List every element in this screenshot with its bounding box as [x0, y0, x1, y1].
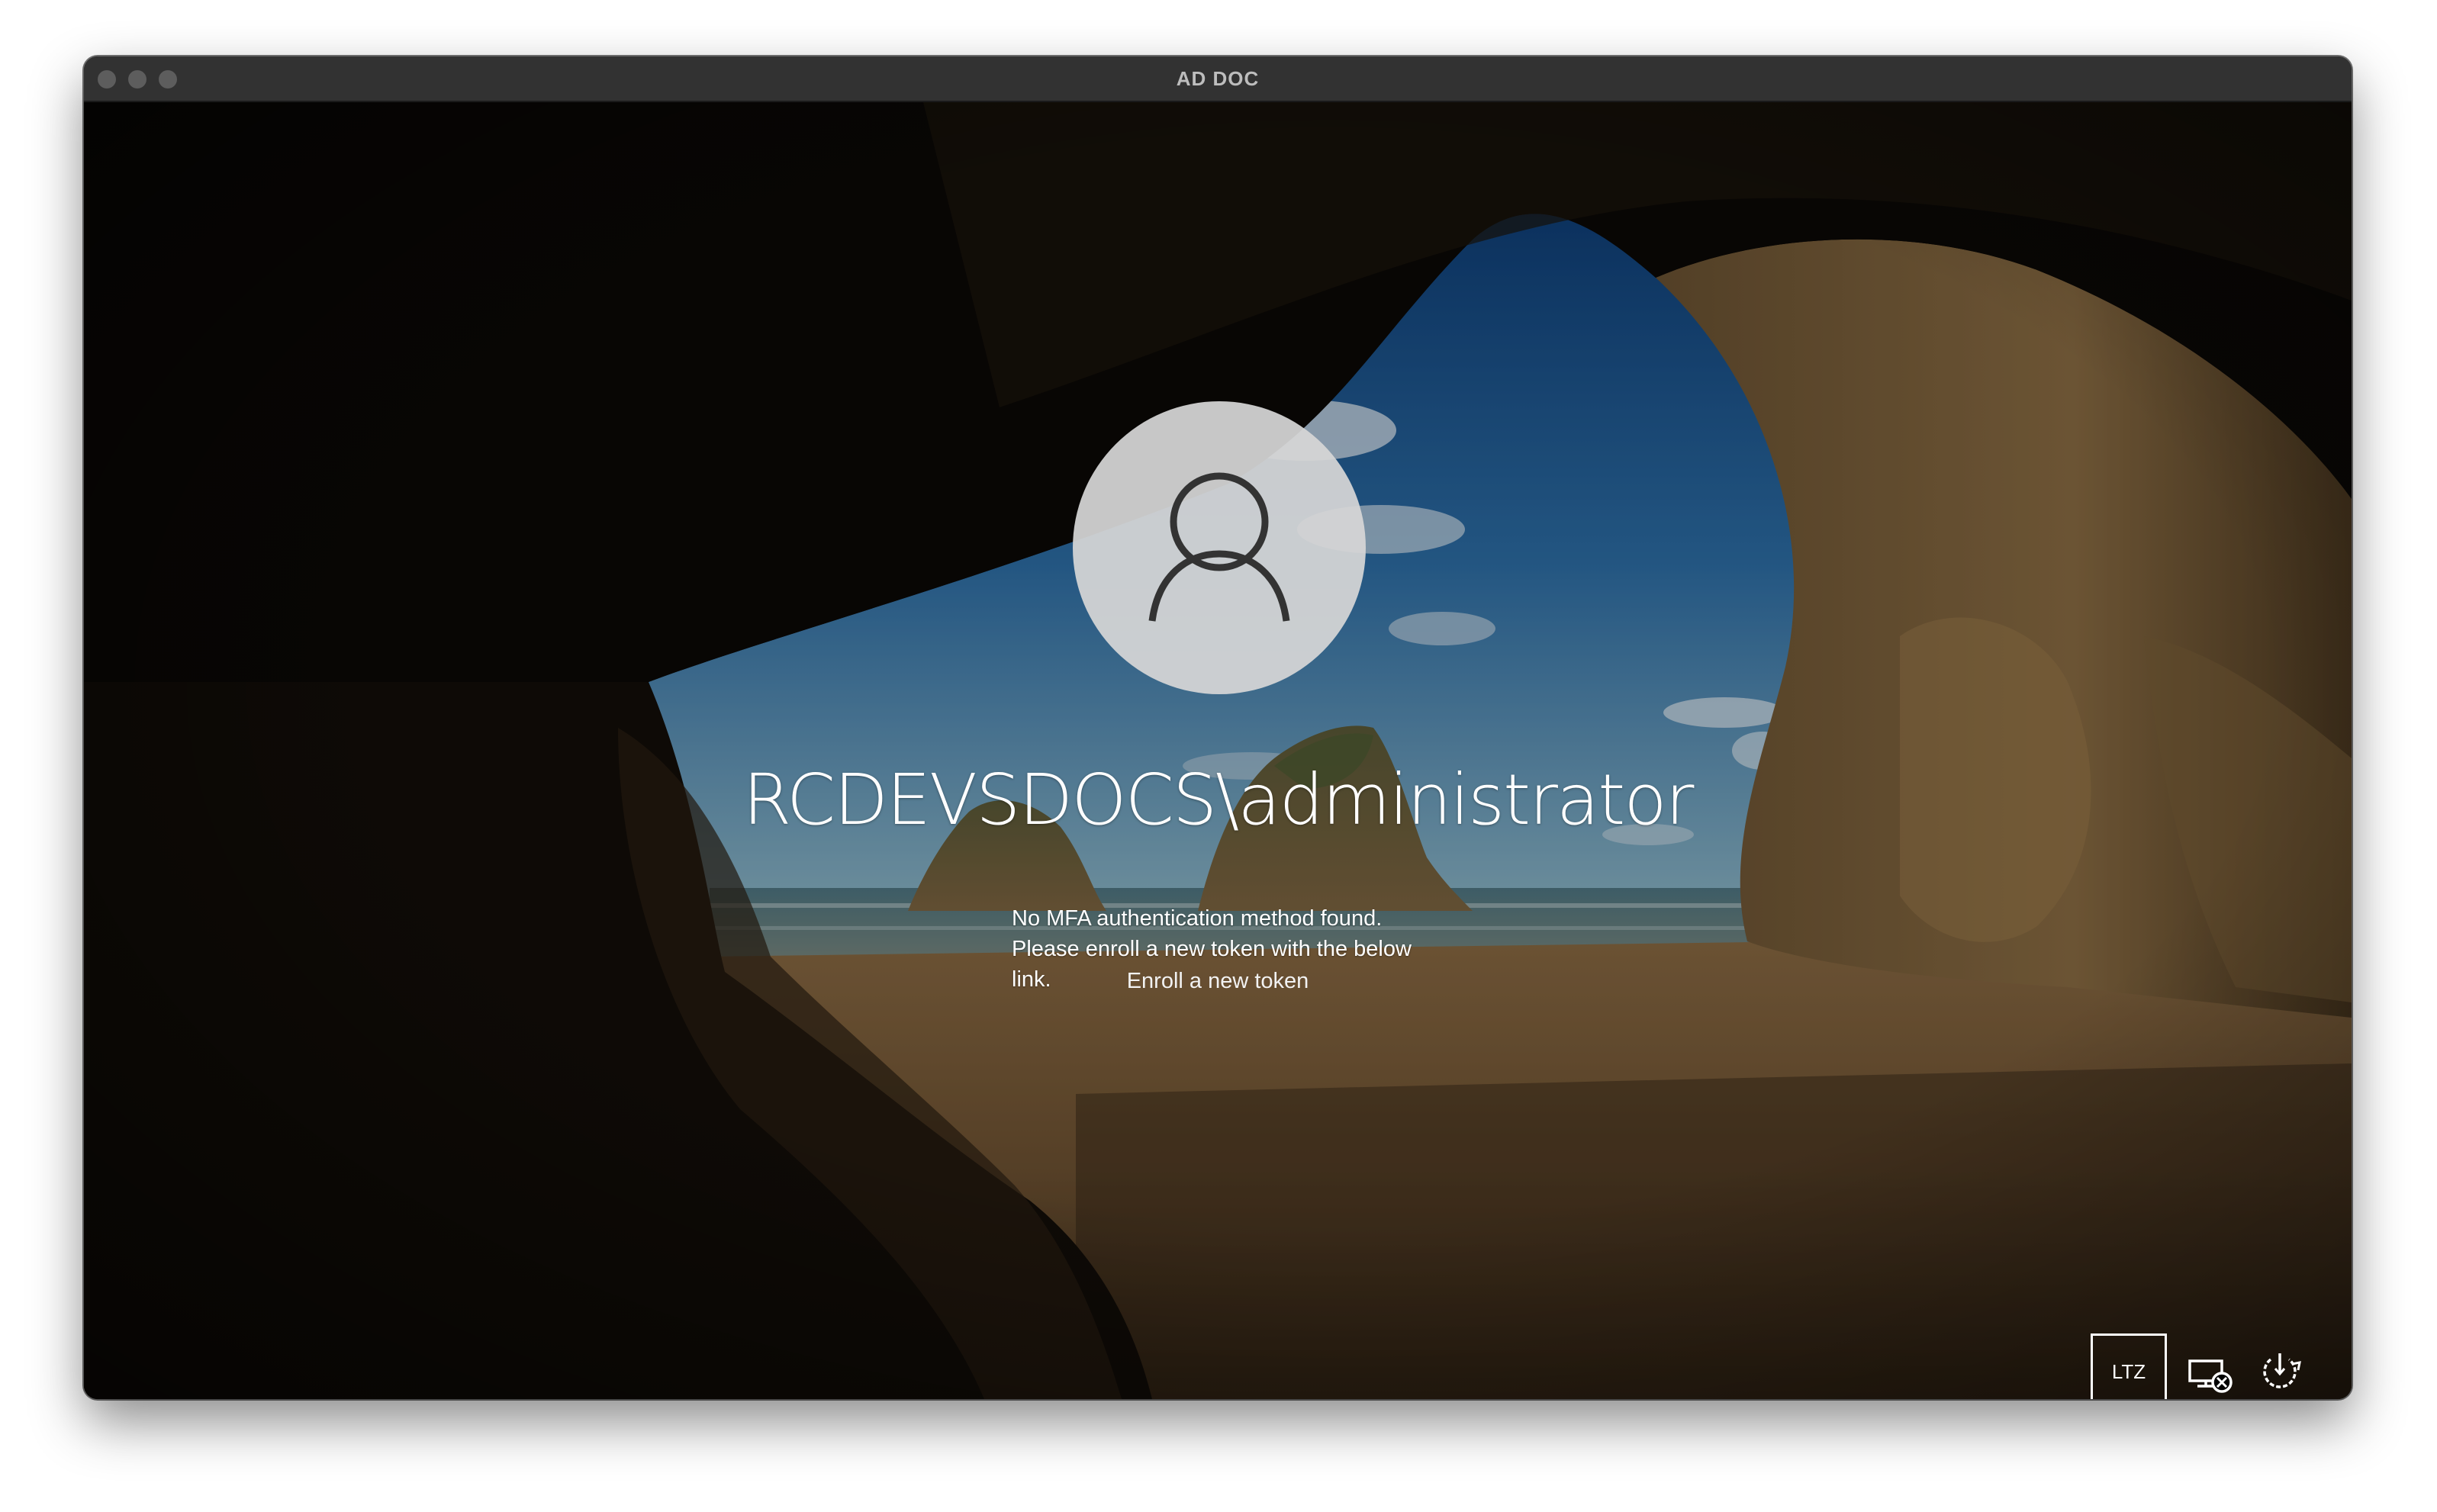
- window-title: AD DOC: [1176, 67, 1260, 90]
- user-icon: [1148, 472, 1290, 622]
- enroll-token-link[interactable]: Enroll a new token: [84, 966, 2352, 996]
- title-bar[interactable]: AD DOC: [84, 56, 2352, 102]
- network-disconnected-icon[interactable]: [2184, 1346, 2237, 1399]
- mfa-message-line: Please enroll a new token with the below: [1012, 937, 1412, 961]
- app-window: AD DOC RCDEVSDOCS\administrator No MFA a…: [84, 56, 2352, 1399]
- username-label: RCDEVSDOCS\administrator: [742, 759, 1695, 841]
- mfa-message-line: No MFA authentication method found.: [1012, 906, 1383, 931]
- input-language-button[interactable]: LTZ: [2091, 1333, 2167, 1399]
- lock-screen: RCDEVSDOCS\administrator No MFA authenti…: [84, 102, 2352, 1399]
- cave-beach-wallpaper: [84, 102, 2352, 1399]
- power-icon[interactable]: [2252, 1346, 2306, 1399]
- user-avatar: [1073, 401, 1366, 694]
